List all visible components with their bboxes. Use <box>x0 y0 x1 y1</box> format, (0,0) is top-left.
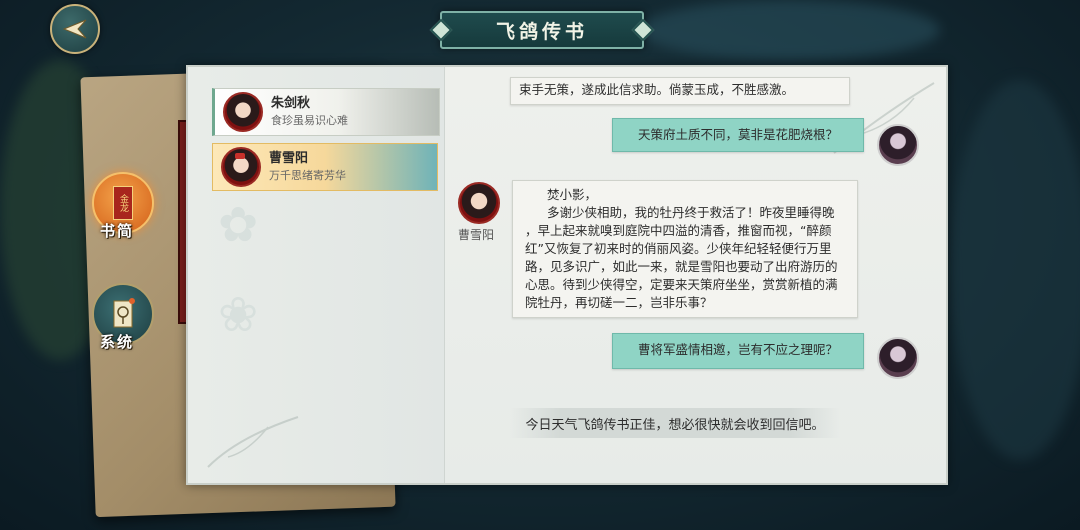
message-bubble-outgoing: 曹将军盛情相邀，岂有不应之理呢？ <box>612 333 864 369</box>
player-avatar <box>877 124 919 166</box>
message-line: ，早上起来就嗅到庭院中四溢的清香，推窗而视，“醉颜 <box>525 223 832 238</box>
message-text: 天策府土质不同，莫非是花肥烧根？ <box>637 127 838 142</box>
sender-name: 曹雪阳 <box>458 228 495 242</box>
back-button[interactable] <box>50 4 100 54</box>
contact-name: 曹雪阳 <box>269 151 309 166</box>
contact-name: 朱剑秋 <box>271 96 311 111</box>
notice-text: 今日天气飞鸽传书正佳，想必很快就会收到回信吧。 <box>525 417 825 433</box>
avatar <box>221 147 261 187</box>
message-bubble-incoming: 束手无策，遂成此信求助。倘蒙玉成，不胜感激。 <box>510 77 850 105</box>
message-line: 路，见多识广，如此一来，就是雪阳也要动了出府游历的 <box>525 259 838 274</box>
contact-subtitle: 食珍虽易识心难 <box>271 114 348 127</box>
contact-item-zhu-jianqiu[interactable]: 朱剑秋 食珍虽易识心难 <box>212 88 440 136</box>
page-title-text: 飞鸽传书 <box>495 20 588 43</box>
message-line: 心思。待到少侠得空，定要来天策府坐坐，赏赏新植的满 <box>525 277 838 292</box>
contact-subtitle: 万千思绪寄芳华 <box>269 169 346 182</box>
background-foliage <box>640 0 940 60</box>
message-line: 焚小影， <box>547 187 598 202</box>
letters-seal-text: 金龙 <box>118 194 128 212</box>
watermark-decoration: ✿ <box>218 197 259 253</box>
contact-list: ✿ ❀ 朱剑秋 食珍虽易识心难 曹雪阳 万千思绪寄芳华 <box>188 67 445 483</box>
tab-system-label: 系统 <box>100 333 135 351</box>
back-arrow-icon <box>62 19 87 39</box>
sender-avatar <box>458 182 500 224</box>
chat-area[interactable]: 束手无策，遂成此信求助。倘蒙玉成，不胜感激。 天策府土质不同，莫非是花肥烧根？ … <box>444 67 944 483</box>
message-text: 曹将军盛情相邀，岂有不应之理呢？ <box>637 342 838 357</box>
letters-scroll-icon: 金龙 <box>113 186 133 220</box>
message-line: 院牡丹，再切磋一二，岂非乐事？ <box>525 295 713 310</box>
page-title: 飞鸽传书 <box>440 11 644 49</box>
message-bubble-outgoing: 天策府土质不同，莫非是花肥烧根？ <box>612 118 864 152</box>
player-avatar <box>877 337 919 379</box>
watermark-decoration: ❀ <box>218 287 259 343</box>
contact-item-cao-xueyang[interactable]: 曹雪阳 万千思绪寄芳华 <box>212 143 438 191</box>
system-scroll-icon <box>113 298 135 328</box>
bamboo-decoration <box>207 416 299 468</box>
message-bubble-incoming: 焚小影， 多谢少侠相助，我的牡丹终于救活了！昨夜里睡得晚 ，早上起来就嗅到庭院中… <box>512 180 858 318</box>
message-text: 束手无策，遂成此信求助。倘蒙玉成，不胜感激。 <box>519 82 795 97</box>
message-line: 红”又恢复了初来时的俏丽风姿。少侠年纪轻轻便行万里 <box>525 241 832 256</box>
letter-panel: ✿ ❀ 朱剑秋 食珍虽易识心难 曹雪阳 万千思绪寄芳华 束手无策，遂成此信求助。… <box>186 65 948 485</box>
avatar <box>223 92 263 132</box>
message-line: 多谢少侠相助，我的牡丹终于救活了！昨夜里睡得晚 <box>547 205 835 220</box>
tab-letters-label: 书简 <box>100 222 135 240</box>
status-notice: 今日天气飞鸽传书正佳，想必很快就会收到回信吧。 <box>510 408 840 438</box>
background-foliage <box>950 80 1080 460</box>
